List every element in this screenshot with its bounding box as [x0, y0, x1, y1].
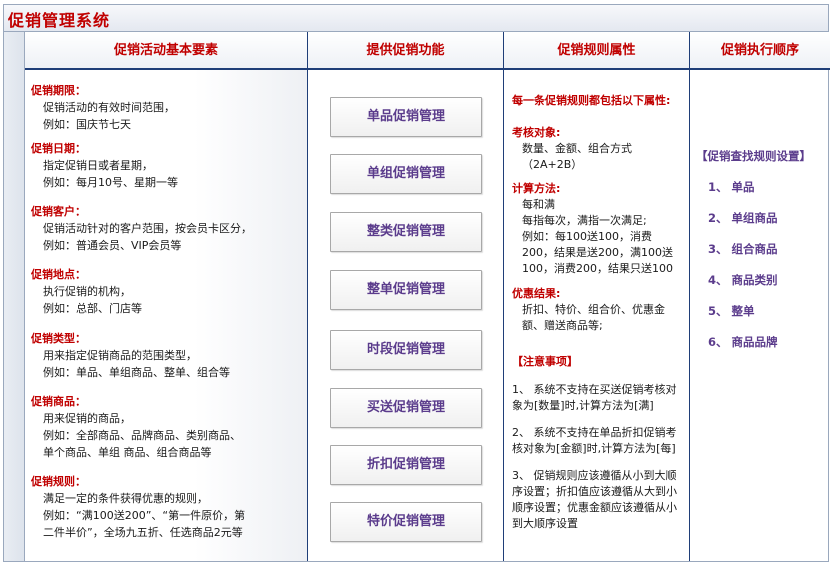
functions-header: 提供促销功能	[308, 32, 503, 70]
basic-elements-heading: 促销活动基本要素	[113, 43, 218, 58]
element-line: 例如：总部、门店等	[43, 302, 142, 315]
order-item: 5、 整单	[708, 304, 755, 318]
single-group-promotion-button[interactable]: 单组促销管理	[330, 154, 482, 194]
time-period-promotion-button[interactable]: 时段促销管理	[330, 330, 482, 370]
calc-title: 计算方法:	[512, 182, 561, 195]
order-item: 3、 组合商品	[708, 242, 778, 256]
order-rule-title[interactable]: 【促销查找规则设置】	[696, 148, 826, 164]
execution-order-column: 促销执行顺序 【促销查找规则设置】 1、 单品 2、 单组商品 3、 组合商品 …	[690, 32, 830, 561]
calc-method-block: 计算方法: 每和满 每指每次，满指一次满足; 例如：每100送100，消费 20…	[512, 181, 685, 277]
note-line: 2、 系统不支持在单品折扣促销考	[512, 426, 677, 439]
note-3: 3、 促销规则应该遵循从小到大顺 序设置；折扣值应该遵循从大到小 顺序设置；优惠…	[512, 468, 685, 532]
element-line: 例如：国庆节七天	[43, 118, 131, 131]
element-line: 指定促销日或者星期，	[43, 159, 153, 172]
category-promotion-button[interactable]: 整类促销管理	[330, 212, 482, 252]
discount-promotion-button[interactable]: 折扣促销管理	[330, 445, 482, 485]
element-line: 例如：“满100送200”、“第一件原价，第	[43, 509, 246, 522]
calc-line: 每和满	[522, 198, 555, 211]
calc-line: 200，结果是送200，满100送	[522, 246, 673, 259]
left-side-strip	[4, 32, 25, 561]
element-title: 促销规则：	[31, 475, 86, 488]
assess-title: 考核对象:	[512, 126, 561, 139]
element-line: 满足一定的条件获得优惠的规则，	[43, 492, 208, 505]
basic-elements-list: 促销期限： 促销活动的有效时间范围， 例如：国庆节七天 促销日期： 指定促销日或…	[25, 70, 307, 561]
special-price-promotion-button[interactable]: 特价促销管理	[330, 502, 482, 542]
element-line: 促销活动针对的客户范围，按会员卡区分，	[43, 222, 252, 235]
rules-intro: 每一条促销规则都包括以下属性:	[512, 94, 671, 107]
element-line: 用来促销的商品，	[43, 412, 131, 425]
element-title: 促销日期：	[31, 142, 86, 155]
execution-order-header: 促销执行顺序	[690, 32, 830, 70]
order-item: 6、 商品品牌	[708, 335, 778, 349]
note-line: 顺序设置；优惠金额应该遵循从小	[512, 501, 677, 514]
element-title: 促销类型：	[31, 332, 86, 345]
calc-line: 例如：每100送100，消费	[522, 230, 652, 243]
rule-attributes-column: 促销规则属性 每一条促销规则都包括以下属性: 考核对象: 数量、金额、组合方式 …	[504, 32, 690, 561]
element-line: 例如：普通会员、VIP会员等	[43, 239, 182, 252]
element-line: 二件半价”，全场九五折、任选商品2元等	[43, 526, 243, 539]
execution-order-list: 【促销查找规则设置】 1、 单品 2、 单组商品 3、 组合商品 4、 商品类别…	[690, 70, 830, 561]
execution-order-heading: 促销执行顺序	[720, 43, 799, 58]
assess-line: 数量、金额、组合方式	[522, 142, 632, 155]
assess-line: （2A+2B）	[522, 158, 583, 171]
functions-heading: 提供促销功能	[366, 43, 445, 58]
calc-line: 100，消费200，结果只送100	[522, 262, 673, 275]
functions-list: 单品促销管理 单组促销管理 整类促销管理 整单促销管理 时段促销管理 买送促销管…	[308, 70, 503, 561]
app-title: 促销管理系统	[8, 11, 111, 30]
rule-attributes-header: 促销规则属性	[504, 32, 689, 70]
functions-column: 提供促销功能 单品促销管理 单组促销管理 整类促销管理 整单促销管理 时段促销管…	[308, 32, 504, 561]
calc-line: 每指每次，满指一次满足;	[522, 214, 647, 227]
element-line: 促销活动的有效时间范围，	[43, 101, 175, 114]
rule-attributes-heading: 促销规则属性	[557, 43, 636, 58]
element-type: 促销类型： 用来指定促销商品的范围类型， 例如：单品、单组商品、整单、组合等	[31, 330, 303, 381]
buy-gift-promotion-button[interactable]: 买送促销管理	[330, 388, 482, 428]
note-line: 1、 系统不支持在买送促销考核对	[512, 383, 677, 396]
note-line: 核对象为[金额]时,计算方法为[每]	[512, 442, 676, 455]
element-rule: 促销规则： 满足一定的条件获得优惠的规则， 例如：“满100送200”、“第一件…	[31, 473, 303, 541]
element-customer: 促销客户： 促销活动针对的客户范围，按会员卡区分， 例如：普通会员、VIP会员等	[31, 203, 303, 254]
note-line: 到大顺序设置	[512, 517, 578, 530]
element-period: 促销期限： 促销活动的有效时间范围， 例如：国庆节七天	[31, 82, 303, 133]
element-goods: 促销商品： 用来促销的商品， 例如：全部商品、品牌商品、类别商品、 单个商品、单…	[31, 393, 303, 461]
element-line: 例如：单品、单组商品、整单、组合等	[43, 366, 230, 379]
result-line: 折扣、特价、组合价、优惠金	[522, 303, 665, 316]
basic-elements-column: 促销活动基本要素 促销期限： 促销活动的有效时间范围， 例如：国庆节七天 促销日…	[25, 32, 308, 561]
basic-elements-header: 促销活动基本要素	[25, 32, 307, 70]
element-location: 促销地点： 执行促销的机构， 例如：总部、门店等	[31, 266, 303, 317]
whole-order-promotion-button[interactable]: 整单促销管理	[330, 270, 482, 310]
element-title: 促销客户：	[31, 205, 86, 218]
discount-result-block: 优惠结果: 折扣、特价、组合价、优惠金 额、赠送商品等;	[512, 286, 685, 334]
order-item: 4、 商品类别	[708, 273, 778, 287]
note-1: 1、 系统不支持在买送促销考核对 象为[数量]时,计算方法为[满]	[512, 382, 685, 414]
order-item: 1、 单品	[708, 180, 755, 194]
element-line: 单个商品、单组 商品、组合商品等	[43, 446, 212, 459]
element-line: 执行促销的机构，	[43, 285, 131, 298]
note-line: 象为[数量]时,计算方法为[满]	[512, 399, 654, 412]
rule-attributes-content: 每一条促销规则都包括以下属性: 考核对象: 数量、金额、组合方式 （2A+2B）…	[504, 70, 689, 561]
assess-target-block: 考核对象: 数量、金额、组合方式 （2A+2B）	[512, 125, 685, 173]
element-line: 例如：全部商品、品牌商品、类别商品、	[43, 429, 241, 442]
note-line: 序设置；折扣值应该遵循从大到小	[512, 485, 677, 498]
app-window: 促销管理系统 促销活动基本要素 促销期限： 促销活动的有效时间范围， 例如：国庆…	[3, 4, 830, 562]
element-title: 促销地点：	[31, 268, 86, 281]
single-item-promotion-button[interactable]: 单品促销管理	[330, 97, 482, 137]
element-line: 用来指定促销商品的范围类型，	[43, 349, 197, 362]
promotion-overview-table: 促销活动基本要素 促销期限： 促销活动的有效时间范围， 例如：国庆节七天 促销日…	[25, 32, 830, 561]
element-date: 促销日期： 指定促销日或者星期， 例如：每月10号、星期一等	[31, 140, 303, 191]
element-title: 促销期限：	[31, 84, 86, 97]
element-title: 促销商品：	[31, 395, 86, 408]
result-title: 优惠结果:	[512, 287, 561, 300]
element-line: 例如：每月10号、星期一等	[43, 176, 178, 189]
note-line: 3、 促销规则应该遵循从小到大顺	[512, 469, 677, 482]
title-bar: 促销管理系统	[4, 5, 828, 32]
result-line: 额、赠送商品等;	[522, 319, 603, 332]
notice-block: 【注意事项】	[512, 354, 685, 370]
notice-title: 【注意事项】	[512, 355, 578, 368]
note-2: 2、 系统不支持在单品折扣促销考 核对象为[金额]时,计算方法为[每]	[512, 425, 685, 457]
order-item: 2、 单组商品	[708, 211, 778, 225]
